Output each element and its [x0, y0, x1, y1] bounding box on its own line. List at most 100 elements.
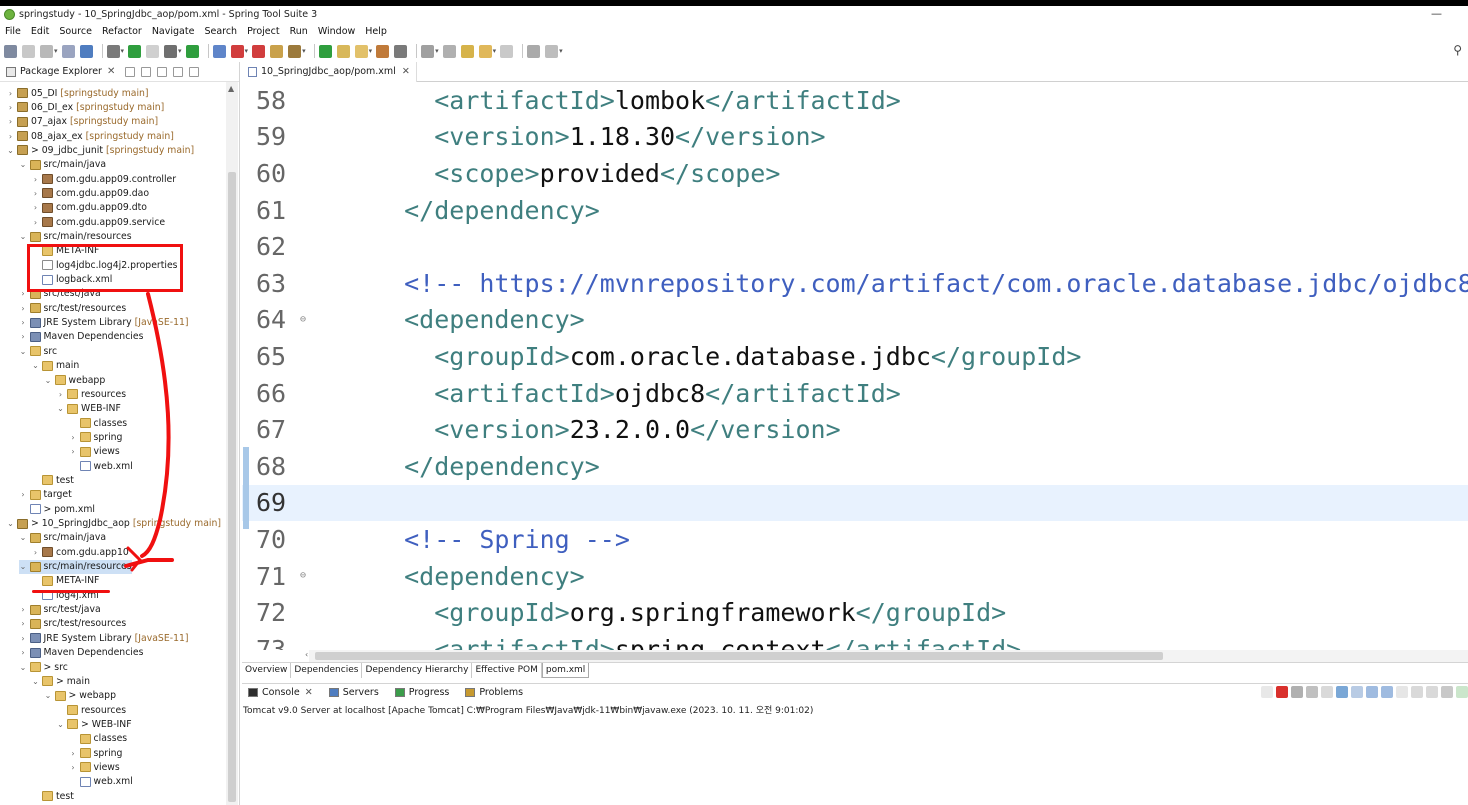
tree-item[interactable]: › 08_ajax_ex [springstudy main]	[6, 129, 174, 143]
toolbar-button-icon[interactable]	[164, 44, 178, 58]
collapsed-chevron-icon[interactable]: ›	[31, 175, 40, 184]
search-icon[interactable]: ⚲	[1453, 43, 1462, 57]
tab-progress[interactable]: Progress	[394, 687, 449, 698]
close-icon[interactable]: ✕	[305, 687, 313, 698]
collapsed-chevron-icon[interactable]: ›	[31, 203, 40, 212]
expanded-chevron-icon[interactable]: ⌄	[44, 691, 53, 700]
menu-help[interactable]: Help	[365, 26, 387, 37]
pin-console-icon[interactable]	[1396, 686, 1408, 698]
minimize-view-icon[interactable]	[173, 66, 184, 77]
tree-item[interactable]: › JRE System Library [JavaSE-11]	[19, 631, 188, 645]
toolbar-button-icon[interactable]	[212, 44, 226, 58]
tree-item[interactable]: classes	[69, 732, 127, 746]
tree-item[interactable]: ⌄ main	[31, 359, 79, 373]
expanded-chevron-icon[interactable]: ⌄	[19, 663, 28, 672]
tree-item[interactable]: › spring	[69, 430, 122, 444]
tree-item[interactable]: › com.gdu.app09.controller	[31, 172, 176, 186]
show-on-output-icon[interactable]	[1366, 686, 1378, 698]
code-line[interactable]: 73 <artifactId>spring-context</artifactI…	[242, 631, 1468, 650]
expanded-chevron-icon[interactable]: ⌄	[56, 404, 65, 413]
menu-search[interactable]: Search	[204, 26, 237, 37]
code-line[interactable]: 62	[242, 228, 1468, 265]
code-line[interactable]: 71 ⊖ <dependency>	[242, 558, 1468, 595]
tree-item[interactable]: › views	[69, 760, 119, 774]
tab-pom-xml[interactable]: 10_SpringJdbc_aop/pom.xml ✕	[242, 61, 417, 82]
toolbar-dropdown-icon[interactable]: ▾	[121, 47, 125, 55]
view-menu-icon[interactable]	[157, 66, 168, 77]
tree-item[interactable]: ⌄ > 09_jdbc_junit [springstudy main]	[6, 143, 194, 157]
link-editor-icon[interactable]	[141, 66, 152, 77]
toolbar-button-icon[interactable]	[288, 44, 302, 58]
toolbar-button-icon[interactable]	[40, 44, 53, 58]
code-line[interactable]: 66 <artifactId>ojdbc8</artifactId>	[242, 375, 1468, 412]
tree-item[interactable]: › src/test/java	[19, 603, 100, 617]
tree-item[interactable]: › com.gdu.app09.dao	[31, 186, 149, 200]
tab-problems[interactable]: Problems	[465, 687, 523, 698]
tab-console[interactable]: Console ✕	[248, 687, 313, 698]
code-line[interactable]: 65 <groupId>com.oracle.database.jdbc</gr…	[242, 338, 1468, 375]
menu-source[interactable]: Source	[59, 26, 92, 37]
menu-navigate[interactable]: Navigate	[152, 26, 195, 37]
package-explorer-tab[interactable]: Package Explorer	[20, 66, 102, 77]
toolbar-button-icon[interactable]	[460, 44, 474, 58]
scroll-left-icon[interactable]: ‹	[305, 650, 308, 659]
menu-file[interactable]: File	[5, 26, 21, 37]
expanded-chevron-icon[interactable]: ⌄	[19, 562, 28, 571]
toolbar-button-icon[interactable]	[22, 44, 35, 58]
expanded-chevron-icon[interactable]: ⌄	[31, 361, 40, 370]
tree-item[interactable]: › com.gdu.app10	[31, 545, 129, 559]
pom-tab-dependency-hierarchy[interactable]: Dependency Hierarchy	[362, 663, 473, 678]
toolbar-button-icon[interactable]	[4, 44, 17, 58]
toolbar-button-icon[interactable]	[252, 44, 266, 58]
toolbar-button-icon[interactable]	[185, 44, 199, 58]
toolbar-button-icon[interactable]	[106, 44, 120, 58]
editor-horizontal-scrollbar[interactable]: ‹	[305, 650, 1468, 662]
code-line[interactable]: 67 <version>23.2.0.0</version>	[242, 411, 1468, 448]
toolbar-button-icon[interactable]	[376, 44, 390, 58]
code-line[interactable]: 69	[242, 484, 1468, 522]
tree-item[interactable]: ⌄ src/main/java	[19, 531, 106, 545]
editor-scroll-thumb[interactable]	[315, 652, 1163, 660]
tree-item[interactable]: › com.gdu.app09.service	[31, 215, 165, 229]
scroll-lock-icon[interactable]	[1336, 686, 1348, 698]
toolbar-button-icon[interactable]	[545, 44, 559, 58]
toolbar-button-icon[interactable]	[421, 44, 435, 58]
toolbar-button-icon[interactable]	[270, 44, 284, 58]
collapsed-chevron-icon[interactable]: ›	[19, 605, 28, 614]
close-icon[interactable]: ✕	[402, 66, 410, 77]
code-line[interactable]: 59 <version>1.18.30</version>	[242, 119, 1468, 156]
tree-item[interactable]: ⌄ src/main/resources	[18, 559, 132, 574]
expanded-chevron-icon[interactable]: ⌄	[19, 160, 28, 169]
view-menu-icon[interactable]	[1441, 686, 1453, 698]
tab-servers[interactable]: Servers	[328, 687, 379, 698]
close-icon[interactable]: ✕	[107, 66, 115, 77]
tree-item[interactable]: › src/test/resources	[19, 301, 126, 315]
collapsed-chevron-icon[interactable]: ›	[19, 648, 28, 657]
toolbar-dropdown-icon[interactable]: ▾	[493, 47, 497, 55]
collapsed-chevron-icon[interactable]: ›	[6, 103, 15, 112]
tree-item[interactable]: › views	[69, 445, 119, 459]
tree-item[interactable]: resources	[56, 703, 126, 717]
expanded-chevron-icon[interactable]: ⌄	[31, 677, 40, 686]
tree-item[interactable]: web.xml	[69, 459, 133, 473]
collapse-all-icon[interactable]	[125, 66, 136, 77]
tree-item[interactable]: › src/test/resources	[19, 617, 126, 631]
menu-refactor[interactable]: Refactor	[102, 26, 142, 37]
tree-item[interactable]: ⌄ src/main/java	[19, 158, 106, 172]
tree-item[interactable]: › 07_ajax [springstudy main]	[6, 115, 158, 129]
menu-run[interactable]: Run	[290, 26, 308, 37]
pom-tab-overview[interactable]: Overview	[242, 663, 292, 678]
tree-item[interactable]: test	[31, 789, 74, 803]
expanded-chevron-icon[interactable]: ⌄	[6, 146, 15, 155]
tree-scrollbar[interactable]: ▲	[226, 82, 238, 805]
maximize-view-icon[interactable]	[189, 66, 200, 77]
tree-item[interactable]: META-INF	[31, 574, 99, 588]
collapsed-chevron-icon[interactable]: ›	[31, 548, 40, 557]
collapsed-chevron-icon[interactable]: ›	[6, 89, 15, 98]
show-on-error-icon[interactable]	[1381, 686, 1393, 698]
toolbar-button-icon[interactable]	[318, 44, 332, 58]
code-line[interactable]: 64 ⊖ <dependency>	[242, 302, 1468, 339]
toolbar-button-icon[interactable]	[79, 44, 93, 58]
tree-item[interactable]: › com.gdu.app09.dto	[31, 201, 147, 215]
expanded-chevron-icon[interactable]: ⌄	[19, 347, 28, 356]
